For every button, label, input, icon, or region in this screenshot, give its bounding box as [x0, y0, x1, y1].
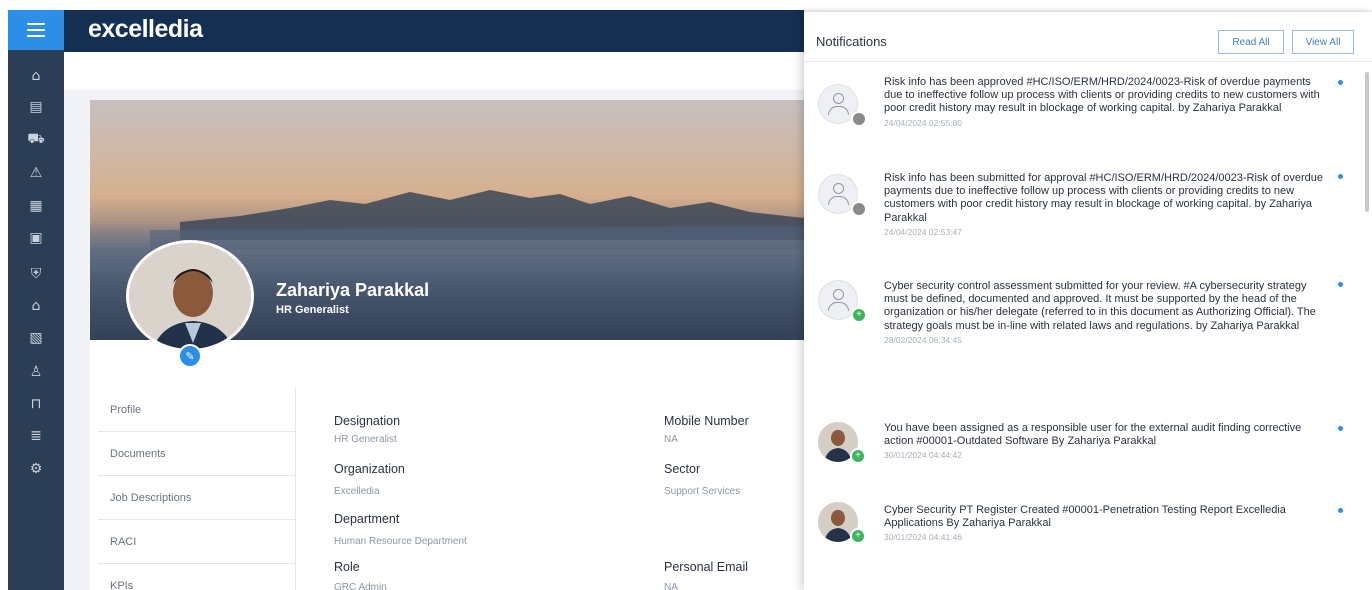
user-icon: ♙: [29, 364, 43, 380]
sidebar-item-car[interactable]: ⛟: [8, 128, 64, 152]
building-icon: ▤: [29, 99, 43, 115]
profile-avatar-wrap: [126, 240, 254, 352]
sector-value: Support Services: [664, 486, 741, 497]
mobile-number-label: Mobile Number: [664, 414, 749, 428]
profile-name: Zahariya Parakkal: [276, 280, 430, 300]
organization-value: Excelledia: [334, 486, 380, 497]
list-icon: ≣: [30, 428, 42, 444]
user-placeholder-icon: [818, 174, 867, 217]
home-outline-icon: ⌂: [31, 298, 41, 314]
pencil-icon: ✎: [185, 350, 195, 363]
sidebar-item-shield[interactable]: ⛨: [8, 262, 64, 286]
notification-time: 24/04/2024 02:55:00: [884, 117, 962, 128]
unread-dot: [1338, 508, 1343, 513]
status-badge: +: [850, 448, 866, 464]
status-badge: +: [850, 528, 866, 544]
tab-profile[interactable]: Profile: [98, 388, 295, 432]
status-badge: [851, 201, 867, 217]
profile-tabs: Profile Documents Job Descriptions RACI …: [98, 388, 296, 590]
personal-email-label: Personal Email: [664, 560, 749, 574]
file-icon: ▧: [29, 330, 43, 346]
role-value: GRC Admin: [334, 582, 387, 590]
profile-role: HR Generalist: [276, 304, 349, 316]
sidebar-item-warning[interactable]: ⚠: [8, 161, 64, 185]
tab-documents[interactable]: Documents: [98, 432, 295, 476]
sidebar-item-document[interactable]: ▦: [8, 194, 64, 218]
read-all-button[interactable]: Read All: [1218, 30, 1284, 54]
sector-label: Sector: [664, 462, 701, 476]
sidebar-item-list[interactable]: ≣: [8, 424, 64, 448]
lock-icon: ⊓: [30, 396, 42, 412]
notification-text: Cyber security control assessment submit…: [884, 280, 1316, 332]
app-logo[interactable]: excelledia: [88, 15, 203, 44]
notification-text: You have been assigned as a responsible …: [884, 422, 1302, 448]
sidebar-item-settings[interactable]: ⚙: [8, 457, 64, 481]
notification-text: Risk info has been approved #HC/ISO/ERM/…: [884, 76, 1320, 115]
sidebar-item-clipboard[interactable]: ▣: [8, 226, 64, 250]
view-all-button[interactable]: View All: [1292, 30, 1354, 54]
sidebar-item-home[interactable]: ⌂: [8, 64, 64, 88]
hamburger-icon: [27, 23, 45, 37]
organization-label: Organization: [334, 462, 405, 476]
warning-icon: ⚠: [29, 165, 43, 181]
notification-time: 30/01/2024 04:44:42: [884, 450, 962, 461]
notifications-scrollbar[interactable]: [1365, 72, 1369, 212]
personal-email-value: NA: [664, 582, 678, 590]
notifications-panel: Notifications Read All View All Risk inf…: [804, 12, 1372, 590]
shield-icon: ⛨: [30, 266, 42, 282]
unread-dot: [1338, 426, 1343, 431]
top-header: excelledia: [64, 10, 804, 52]
clipboard-icon: ▣: [29, 230, 43, 246]
designation-label: Designation: [334, 414, 401, 428]
sidebar-item-home-outline[interactable]: ⌂: [8, 294, 64, 318]
tab-job-descriptions[interactable]: Job Descriptions: [98, 476, 295, 520]
sidebar: ⌂ ▤ ⛟ ⚠ ▦ ▣ ⛨ ⌂ ▧ ♙ ⊓ ≣ ⚙: [8, 10, 64, 590]
status-badge: [851, 111, 867, 127]
profile-photo: [129, 243, 251, 349]
designation-value: HR Generalist: [334, 434, 397, 445]
sidebar-item-lock[interactable]: ⊓: [8, 392, 64, 416]
home-icon: ⌂: [31, 68, 41, 84]
car-icon: ⛟: [27, 131, 45, 147]
sidebar-item-file[interactable]: ▧: [8, 326, 64, 350]
department-label: Department: [334, 512, 400, 526]
notifications-header: Notifications Read All View All: [804, 12, 1372, 62]
notification-time: 24/04/2024 02:53:47: [884, 226, 962, 237]
sidebar-item-building[interactable]: ▤: [8, 95, 64, 119]
app-frame: ⌂ ▤ ⛟ ⚠ ▦ ▣ ⛨ ⌂ ▧ ♙ ⊓ ≣ ⚙ excelledia ✎ Z…: [8, 0, 1372, 590]
mobile-number-value: NA: [664, 434, 678, 445]
menu-toggle-button[interactable]: [8, 10, 64, 50]
notification-time: 30/01/2024 04:41:46: [884, 532, 962, 543]
edit-photo-button[interactable]: ✎: [178, 344, 202, 368]
unread-dot: [1338, 174, 1343, 179]
notifications-title: Notifications: [816, 34, 887, 49]
tab-raci[interactable]: RACI: [98, 520, 295, 564]
sub-header: [64, 52, 804, 90]
document-icon: ▦: [29, 198, 43, 214]
tab-kpis[interactable]: KPIs: [98, 564, 295, 590]
department-value: Human Resource Department: [334, 536, 467, 547]
notification-text: Risk info has been submitted for approva…: [884, 172, 1323, 224]
sidebar-item-user[interactable]: ♙: [8, 360, 64, 384]
unread-dot: [1338, 282, 1343, 287]
user-placeholder-icon: [818, 84, 867, 127]
notification-time: 28/02/2024 06:34:45: [884, 334, 962, 345]
profile-avatar: [126, 240, 254, 352]
role-label: Role: [334, 560, 360, 574]
top-stripe: [8, 0, 1372, 10]
user-placeholder-icon: +: [818, 280, 867, 323]
notification-text: Cyber Security PT Register Created #0000…: [884, 504, 1286, 530]
settings-icon: ⚙: [29, 461, 43, 477]
unread-dot: [1338, 80, 1343, 85]
status-badge: +: [851, 307, 867, 323]
